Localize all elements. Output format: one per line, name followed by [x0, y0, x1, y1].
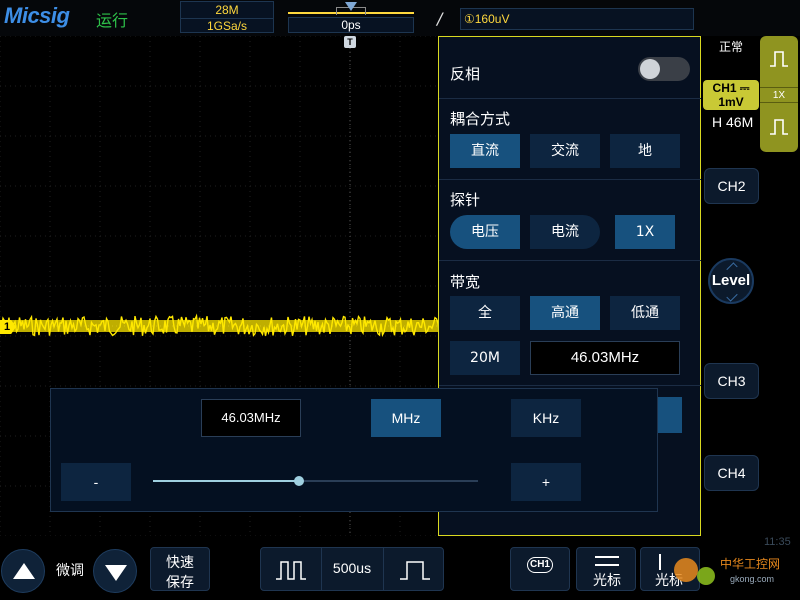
bandwidth-value-field[interactable]: 46.03MHz [530, 341, 680, 375]
trigger-time-marker-icon[interactable] [345, 2, 357, 11]
pulse-high-icon[interactable] [768, 48, 790, 70]
fine-tune-value-field[interactable]: 46.03MHz [201, 399, 301, 437]
timebase-zoom-out-icon[interactable] [399, 559, 431, 581]
ch1-scale-badge[interactable]: CH1 ⎓ 1mV [703, 80, 759, 110]
quick-save-line2: 保存 [166, 575, 194, 591]
probe-label: 探针 [450, 191, 481, 209]
divider [383, 548, 384, 590]
ch1-offset-readout: H 46M [712, 114, 754, 130]
coupling-ac-button[interactable]: 交流 [530, 134, 600, 168]
panel-partial-button[interactable] [658, 397, 682, 433]
invert-label: 反相 [450, 65, 481, 83]
fine-down-button[interactable] [93, 549, 137, 593]
trigger-slope-icon[interactable]: / [437, 9, 442, 28]
memory-depth: 28M [215, 3, 239, 17]
bandwidth-full-button[interactable]: 全 [450, 296, 520, 330]
ch1-probe-ratio[interactable]: 1X [760, 87, 798, 103]
level-knob-label: Level [711, 272, 751, 289]
timebase-value: 500us [332, 560, 372, 576]
ch1-badge-title: CH1 ⎓ [712, 81, 750, 95]
slider-fill [153, 480, 300, 482]
fine-up-button[interactable] [1, 549, 45, 593]
watermark-text: 中华工控网 [720, 556, 780, 571]
watermark-url: gkong.com [730, 574, 774, 584]
sample-rate: 1GSa/s [181, 18, 273, 33]
coupling-ground-button[interactable]: 地 [610, 134, 680, 168]
trigger-mode-label[interactable]: 正常 [719, 38, 743, 55]
cursor-line-icon [595, 556, 619, 558]
top-status-bar: Micsig 运行 28M 1GSa/s 0ps / ①160uV [0, 0, 800, 36]
divider [439, 179, 701, 180]
coupling-dc-button[interactable]: 直流 [450, 134, 520, 168]
ch1-chip: CH1 [527, 557, 553, 573]
chevron-down-icon [726, 290, 738, 302]
trigger-level-readout[interactable]: ①160uV [460, 8, 694, 30]
fine-tune-dialog: 46.03MHz MHz KHz - + [50, 388, 658, 512]
coupling-label: 耦合方式 [450, 110, 511, 128]
fine-tune-slider[interactable] [153, 476, 478, 486]
channel-select-button[interactable]: CH1 [510, 547, 570, 591]
bandwidth-lowpass-button[interactable]: 低通 [610, 296, 680, 330]
fine-tune-label: 微调 [56, 563, 84, 579]
brand-logo: Micsig [4, 3, 70, 28]
cursor-vline-icon [659, 554, 661, 570]
triangle-down-icon [105, 565, 127, 581]
ch4-button[interactable]: CH4 [704, 455, 759, 491]
quick-save-button[interactable]: 快速 保存 [150, 547, 210, 591]
increment-button[interactable]: + [511, 463, 581, 501]
bandwidth-label: 带宽 [450, 273, 481, 291]
slider-thumb[interactable] [294, 476, 305, 486]
quick-save-line1: 快速 [166, 555, 194, 571]
unit-khz-button[interactable]: KHz [511, 399, 581, 437]
ch1-quick-panel[interactable]: 1X [760, 36, 798, 152]
unit-mhz-button[interactable]: MHz [371, 399, 441, 437]
trigger-position-readout[interactable]: 0ps [288, 17, 414, 33]
gkong-watermark-logo: 中华工控网 gkong.com [674, 556, 780, 585]
cursor-label-1: 光标 [593, 573, 621, 589]
decrement-button[interactable]: - [61, 463, 131, 501]
ch3-button[interactable]: CH3 [704, 363, 759, 399]
cursor-button-1[interactable]: 光标 [576, 547, 636, 591]
cursor-line-icon [595, 564, 619, 566]
acquisition-info[interactable]: 28M 1GSa/s [180, 1, 274, 33]
invert-toggle[interactable] [638, 57, 690, 81]
probe-current-button[interactable]: 电流 [530, 215, 600, 249]
ch1-badge-scale: 1mV [718, 95, 744, 109]
bandwidth-20m-button[interactable]: 20M [450, 341, 520, 375]
pulse-low-icon[interactable] [768, 116, 790, 138]
invert-toggle-knob [640, 59, 660, 79]
probe-ratio-button[interactable]: 1X [615, 215, 675, 249]
level-knob[interactable]: Level [708, 258, 754, 304]
bandwidth-highpass-button[interactable]: 高通 [530, 296, 600, 330]
trigger-position-marker-icon[interactable]: T [344, 36, 356, 48]
probe-voltage-button[interactable]: 电压 [450, 215, 520, 249]
divider [439, 385, 701, 386]
timebase-control[interactable]: 500us [260, 547, 444, 591]
triangle-up-icon [13, 563, 35, 579]
bottom-toolbar: 微调 快速 保存 500us CH1 光标 光标 11:35 中华工控网 gko… [0, 536, 800, 600]
divider [439, 98, 701, 99]
timebase-zoom-in-icon[interactable] [275, 559, 307, 581]
divider [439, 260, 701, 261]
run-status-label[interactable]: 运行 [96, 7, 128, 31]
ch2-button[interactable]: CH2 [704, 168, 759, 204]
